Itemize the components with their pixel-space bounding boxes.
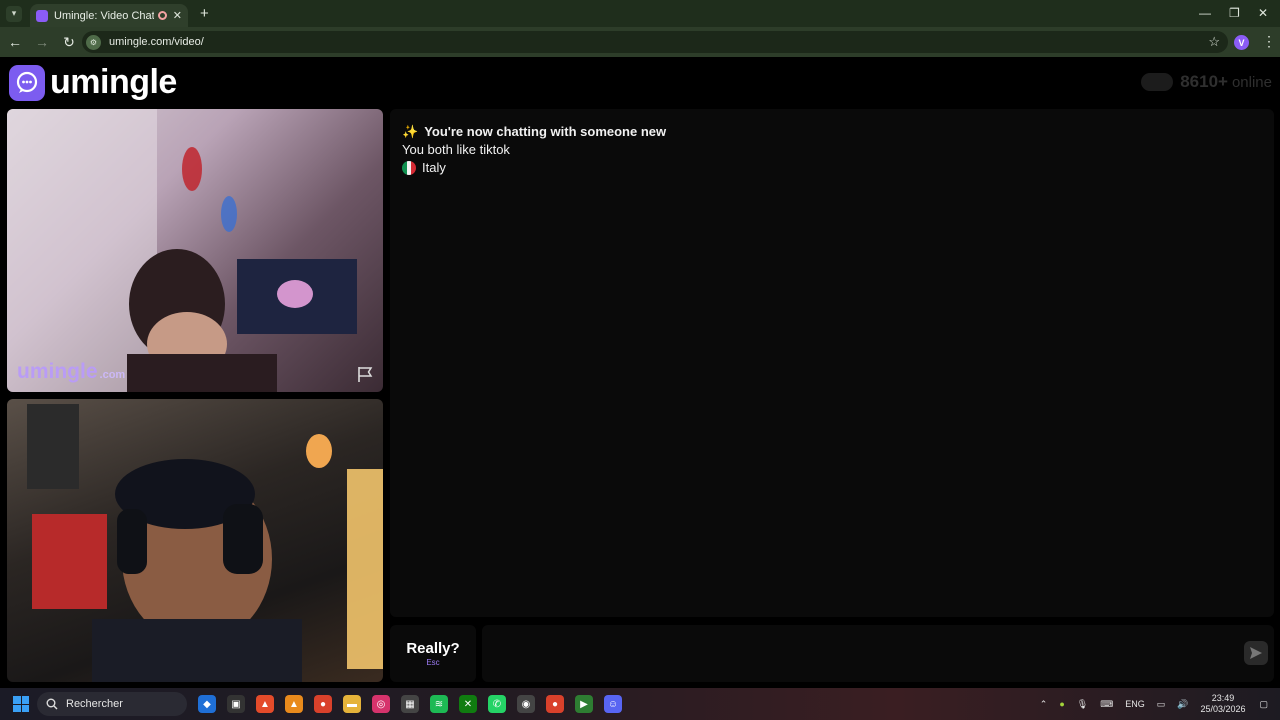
restore-window-icon[interactable]: ❐ xyxy=(1229,6,1240,20)
recording-indicator-icon xyxy=(157,11,167,20)
back-button[interactable]: ← xyxy=(3,34,27,50)
tab-title: Umingle: Video Chat with S xyxy=(54,9,154,22)
self-video-scene xyxy=(27,404,383,682)
browser-toolbar: ← → ↻ ⚙ umingle.com/video/ ☆ xyxy=(0,27,1280,57)
volume-icon[interactable]: 🔊 xyxy=(1177,699,1188,710)
online-count: 8610+ xyxy=(1180,72,1228,91)
bookmark-star-icon[interactable]: ☆ xyxy=(1208,34,1220,50)
instagram-icon[interactable]: ◎ xyxy=(372,695,390,713)
windows-start-icon[interactable] xyxy=(13,696,29,712)
whatsapp-icon[interactable]: ✆ xyxy=(488,695,506,713)
taskbar-clock[interactable]: 23:49 25/03/2026 xyxy=(1200,693,1245,715)
stranger-video-scene xyxy=(7,109,357,392)
umingle-favicon-icon xyxy=(36,9,48,22)
clock-time: 23:49 xyxy=(1211,693,1235,703)
sparkles-icon: ✨ xyxy=(402,124,419,139)
language-indicator[interactable]: ENG xyxy=(1125,699,1145,709)
notifications-icon[interactable]: ▢ xyxy=(1259,699,1268,710)
system-message-country: Italy xyxy=(402,159,1262,177)
search-icon xyxy=(46,698,58,710)
brave-icon[interactable]: ▲ xyxy=(256,695,274,713)
spotify-icon[interactable]: ≋ xyxy=(430,695,448,713)
play-icon[interactable]: ▶ xyxy=(575,695,593,713)
clock-date: 25/03/2026 xyxy=(1200,704,1246,714)
minimize-window-icon[interactable]: — xyxy=(1199,6,1211,20)
windows-taskbar: Rechercher ◆ ▣ ▲ ▲ ● ▬ ◎ ▦ ≋ ✕ ✆ ◉ ● ▶ ☺… xyxy=(0,688,1280,720)
umingle-watermark: umingle .com xyxy=(17,360,125,384)
italy-flag-icon xyxy=(402,161,416,175)
stop-shortcut-key: Esc xyxy=(426,658,440,667)
site-logo[interactable]: umingle xyxy=(9,63,177,102)
close-window-icon[interactable]: ✕ xyxy=(1258,6,1268,20)
github-icon[interactable]: ◉ xyxy=(517,695,535,713)
xbox-icon[interactable]: ✕ xyxy=(459,695,477,713)
forward-button[interactable]: → xyxy=(30,34,54,50)
microphone-icon[interactable]: 🎙 xyxy=(1077,699,1088,710)
message-input[interactable] xyxy=(482,625,1274,682)
online-status: 8610+ online xyxy=(1141,72,1272,92)
microsoft-store-icon[interactable]: ▦ xyxy=(401,695,419,713)
browser-tab-bar: ▾ Umingle: Video Chat with S ✕ + — ❐ ✕ xyxy=(0,0,1280,27)
taskbar-search[interactable]: Rechercher xyxy=(37,692,187,716)
file-explorer-icon[interactable]: ▬ xyxy=(343,695,361,713)
tab-search-button[interactable]: ▾ xyxy=(6,5,22,22)
tray-overflow-icon[interactable]: ⌃ xyxy=(1040,699,1048,710)
close-tab-icon[interactable]: ✕ xyxy=(173,9,182,22)
send-icon xyxy=(1250,647,1262,659)
chrome-active-icon[interactable]: ● xyxy=(546,695,564,713)
umingle-page: umingle 8610+ online umingle .com ✨ You'… xyxy=(0,57,1280,688)
address-bar[interactable]: ⚙ umingle.com/video/ ☆ xyxy=(82,31,1228,53)
new-tab-button[interactable]: + xyxy=(200,5,209,22)
network-icon[interactable]: ▭ xyxy=(1157,699,1166,710)
url-text: umingle.com/video/ xyxy=(109,36,204,48)
country-text: Italy xyxy=(422,160,446,175)
browser-menu-icon[interactable]: ⋮ xyxy=(1262,33,1276,50)
shared-interest-text: You both like tiktok xyxy=(402,142,510,157)
chat-controls: Really? Esc xyxy=(390,625,1274,682)
discord-icon[interactable]: ☺ xyxy=(604,695,622,713)
watermark-main: umingle xyxy=(17,360,98,383)
online-label: online xyxy=(1231,73,1272,91)
online-toggle[interactable] xyxy=(1141,73,1174,91)
system-message-text: You're now chatting with someone new xyxy=(424,124,667,139)
system-tray: ⌃ ● 🎙 ⌨ ENG ▭ 🔊 23:49 25/03/2026 ▢ xyxy=(1040,688,1280,720)
vlc-icon[interactable]: ▲ xyxy=(285,695,303,713)
search-label: Rechercher xyxy=(66,698,123,710)
stop-confirm-button[interactable]: Really? Esc xyxy=(390,625,476,682)
defender-icon[interactable]: ◆ xyxy=(198,695,216,713)
profile-avatar[interactable]: V xyxy=(1234,35,1249,50)
keyboard-icon[interactable]: ⌨ xyxy=(1100,699,1113,710)
send-button[interactable] xyxy=(1244,641,1268,665)
report-flag-icon[interactable] xyxy=(356,365,374,383)
logo-text: umingle xyxy=(50,63,177,101)
chat-bubble-logo-icon xyxy=(9,64,45,101)
system-message-shared-interest: You both like tiktok xyxy=(402,141,1262,159)
stranger-video: umingle .com xyxy=(7,109,383,392)
chrome-icon[interactable]: ● xyxy=(314,695,332,713)
chat-panel: ✨ You're now chatting with someone new Y… xyxy=(390,109,1274,617)
browser-tab[interactable]: Umingle: Video Chat with S ✕ xyxy=(30,4,188,27)
watermark-sub: .com xyxy=(99,369,126,381)
system-message-new-partner: ✨ You're now chatting with someone new xyxy=(402,123,1262,141)
nvidia-icon[interactable]: ● xyxy=(1059,699,1064,709)
site-info-icon[interactable]: ⚙ xyxy=(86,34,101,50)
reload-button[interactable]: ↻ xyxy=(57,34,81,51)
store-icon[interactable]: ▣ xyxy=(227,695,245,713)
self-video xyxy=(7,399,383,682)
stop-label: Really? xyxy=(406,640,460,657)
